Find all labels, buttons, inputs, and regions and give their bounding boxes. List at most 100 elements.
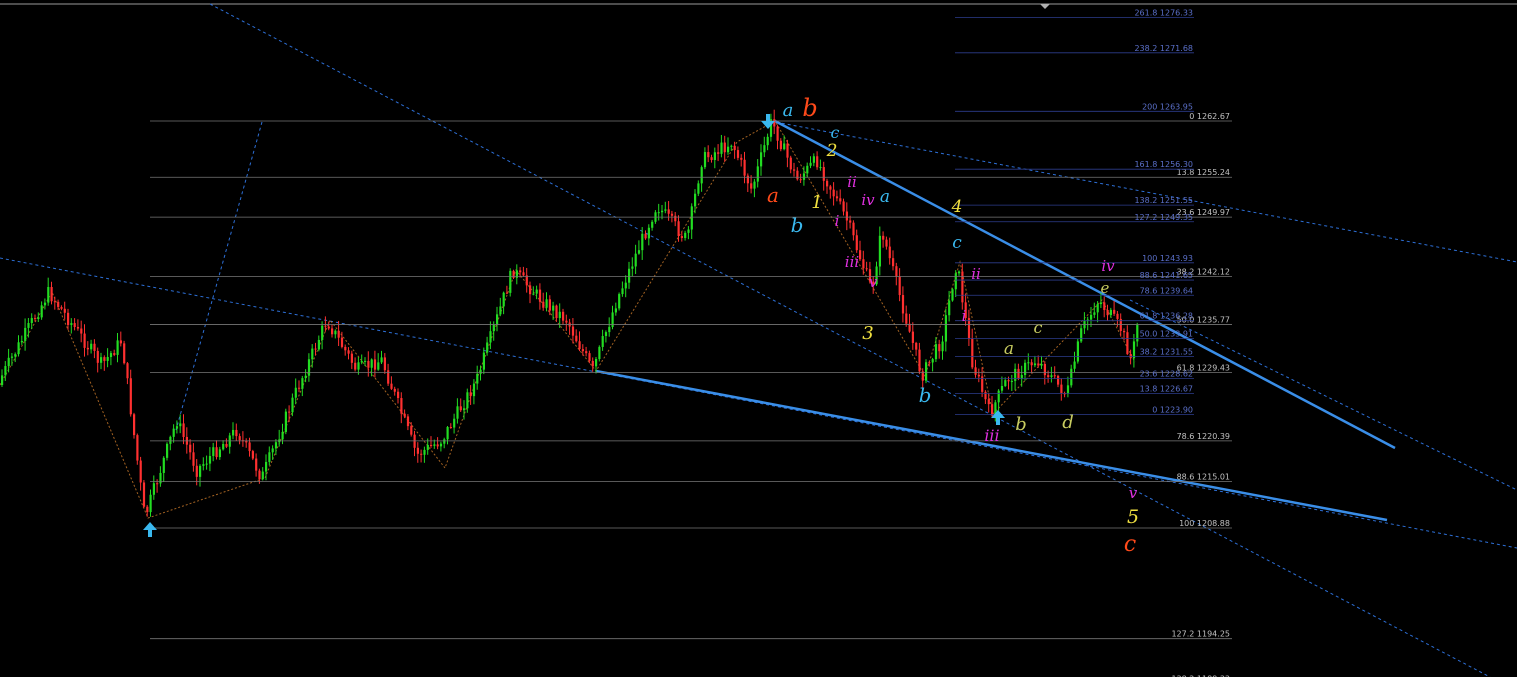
candle-body <box>1010 380 1013 382</box>
candle <box>694 189 697 214</box>
candle-body <box>208 456 212 464</box>
candle <box>984 390 987 404</box>
candle <box>1024 359 1027 381</box>
candle <box>971 328 974 370</box>
candle-body <box>347 350 350 354</box>
wave-label: a <box>767 183 779 207</box>
candle-body <box>30 318 33 323</box>
candle <box>331 324 334 338</box>
candle <box>664 201 667 214</box>
candle <box>182 414 185 445</box>
candle <box>291 393 294 417</box>
fib-extension-label: 138.2 1251.55 <box>1134 196 1193 205</box>
candle <box>1010 374 1013 391</box>
candle <box>1033 355 1037 368</box>
candle-body <box>1109 309 1112 316</box>
candle-body <box>265 461 268 472</box>
candle-body <box>918 349 921 372</box>
candle-body <box>472 383 476 397</box>
candle-body <box>268 452 271 462</box>
candle <box>816 151 819 170</box>
candle <box>73 318 76 331</box>
candle <box>713 147 716 169</box>
candle <box>1040 355 1043 370</box>
candle <box>598 345 601 362</box>
candle-body <box>529 285 532 295</box>
candle <box>604 330 608 343</box>
candle-body <box>172 428 175 437</box>
candle <box>169 435 172 451</box>
candle-body <box>618 294 621 309</box>
candle-body <box>334 330 337 335</box>
candle-body <box>1024 362 1027 375</box>
candle <box>512 269 515 280</box>
candle-body <box>76 326 80 329</box>
candle-body <box>443 439 446 444</box>
candle-body <box>400 398 403 414</box>
candle-body <box>984 391 987 400</box>
candle <box>298 380 301 393</box>
price-chart: 0 1262.6713.8 1255.2423.6 1249.9738.2 12… <box>0 3 1517 677</box>
candle <box>578 331 581 352</box>
candle <box>509 268 512 297</box>
candle <box>1066 376 1070 398</box>
candle <box>529 281 532 304</box>
candle <box>763 136 766 158</box>
candle <box>862 250 865 275</box>
candle-body <box>588 353 591 361</box>
candle <box>892 250 895 271</box>
candle-body <box>492 324 495 332</box>
candle-body <box>779 140 782 150</box>
candle <box>86 341 89 356</box>
candle <box>453 413 456 434</box>
candle-body <box>931 359 934 363</box>
candle-body <box>146 506 149 513</box>
candle-body <box>717 152 720 154</box>
candle <box>859 240 862 262</box>
candle-body <box>585 351 588 354</box>
candle <box>222 440 225 451</box>
candle-body <box>139 460 142 483</box>
candle-body <box>733 145 736 151</box>
candle-body <box>96 350 99 363</box>
candle-body <box>783 143 786 150</box>
candle-body <box>637 250 641 254</box>
candle <box>733 141 736 159</box>
candle <box>1103 296 1106 318</box>
candle-body <box>888 246 891 259</box>
wave-label: c <box>952 233 962 253</box>
candle-body <box>839 198 842 202</box>
candle <box>476 365 479 390</box>
candle-body <box>476 373 479 384</box>
candle-body <box>664 209 667 211</box>
candle <box>284 408 287 435</box>
candle-body <box>776 126 779 141</box>
candle-body <box>684 232 687 238</box>
candle <box>205 455 208 470</box>
candle <box>30 313 33 329</box>
candle <box>931 357 934 372</box>
candle-body <box>690 206 693 230</box>
candle <box>383 353 386 374</box>
candle-body <box>321 325 324 340</box>
candle <box>1093 302 1096 319</box>
candle <box>387 363 390 386</box>
candle-body <box>862 259 865 269</box>
candle <box>502 291 505 315</box>
candle <box>776 125 779 150</box>
candle-body <box>799 179 802 181</box>
candle-body <box>311 348 314 360</box>
candle <box>819 159 822 171</box>
candle-body <box>786 143 789 158</box>
candle <box>789 155 792 174</box>
candle-body <box>562 311 565 321</box>
candle-body <box>232 429 235 436</box>
candle <box>1063 391 1066 398</box>
candle <box>826 178 829 194</box>
fib-level-label: 88.6 1215.01 <box>1177 473 1230 482</box>
candle-body <box>519 270 522 273</box>
candle-body <box>373 359 377 370</box>
candle <box>459 398 462 412</box>
candle <box>1017 363 1020 381</box>
fib-extension-label: 0 1223.90 <box>1152 405 1193 414</box>
